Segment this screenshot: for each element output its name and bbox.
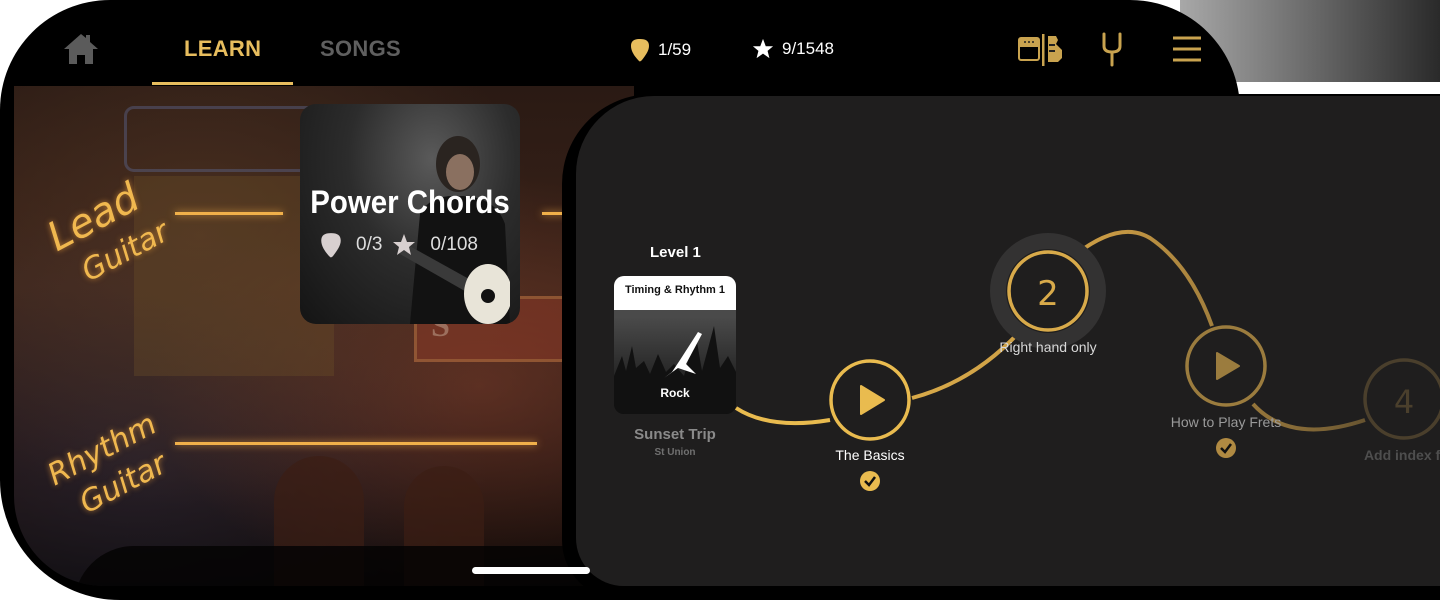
lesson-label: The Basics (835, 447, 905, 463)
level-title: Level 1 (650, 244, 701, 261)
wave-divider (614, 298, 736, 309)
song-card[interactable]: Timing & Rhythm 1 Rock (614, 276, 736, 414)
completed-check-icon (860, 471, 880, 491)
lesson-node-how-to-play-frets[interactable] (1185, 325, 1267, 407)
home-indicator[interactable] (472, 567, 590, 574)
lesson-label: How to Play Frets (1170, 414, 1282, 430)
lesson-label: Right hand only (999, 339, 1097, 355)
lesson-node-the-basics[interactable] (829, 359, 911, 441)
lesson-label: Add index fi (1363, 447, 1440, 463)
song-name: Sunset Trip (634, 426, 716, 443)
lesson-node-add-index-finger[interactable]: 4 (1363, 358, 1440, 440)
completed-check-icon (1216, 438, 1236, 458)
song-genre: Rock (660, 386, 690, 400)
lesson-number: 4 (1394, 383, 1414, 421)
lesson-number: 2 (1037, 274, 1059, 314)
lesson-node-right-hand-only[interactable]: 2 (990, 233, 1106, 349)
path-segment (734, 406, 831, 426)
song-card-title: Timing & Rhythm 1 (624, 284, 726, 296)
song-artist: St Union (654, 447, 696, 458)
